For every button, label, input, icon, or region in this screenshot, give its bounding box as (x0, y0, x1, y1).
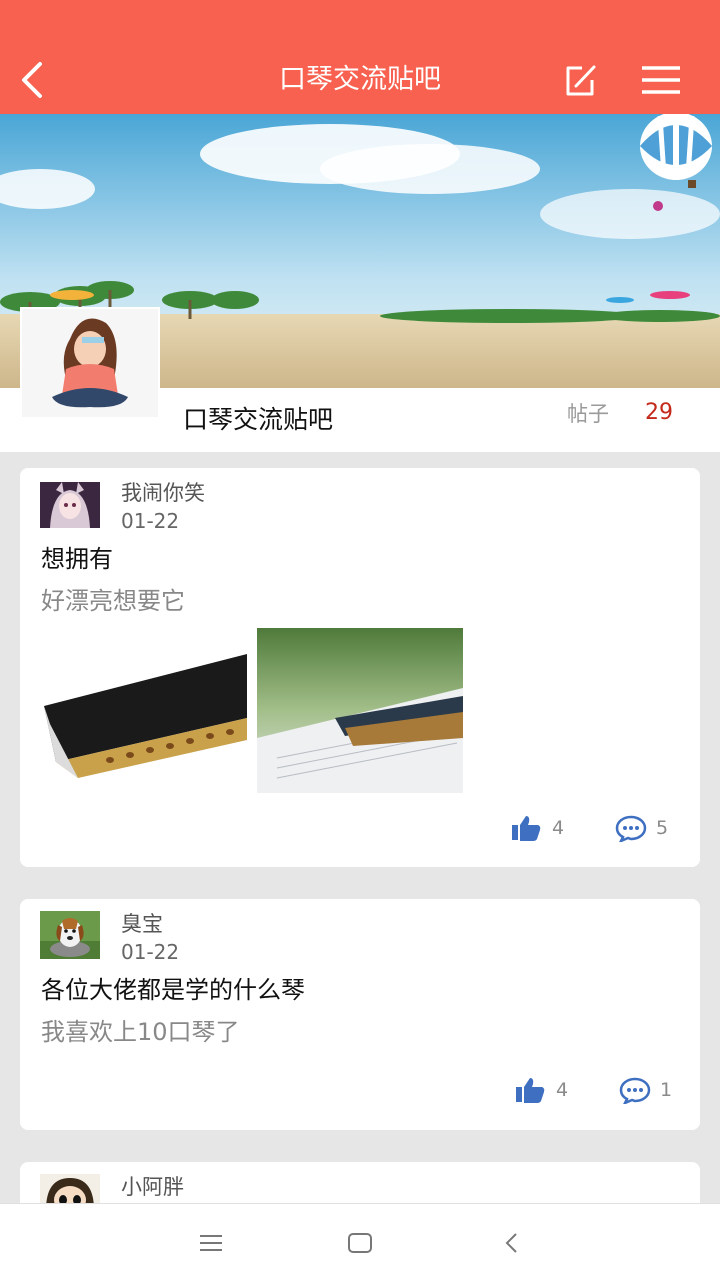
recent-apps-icon[interactable] (196, 1230, 226, 1256)
forum-name: 口琴交流贴吧 (183, 405, 334, 434)
page-title: 口琴交流贴吧 (279, 64, 441, 95)
like-icon[interactable] (510, 814, 542, 842)
comment-icon[interactable] (619, 1076, 651, 1104)
like-count: 4 (552, 817, 565, 839)
edit-icon[interactable] (560, 60, 600, 100)
post-body[interactable]: 我喜欢上10口琴了 (41, 1015, 240, 1049)
menu-icon[interactable] (640, 62, 682, 98)
post-author[interactable]: 臭宝 (121, 911, 163, 937)
like-count: 4 (556, 1079, 569, 1101)
post-title[interactable]: 各位大佬都是学的什么琴 (41, 973, 305, 1007)
back-icon[interactable] (497, 1230, 527, 1256)
post-image[interactable] (257, 628, 463, 793)
comment-count: 5 (656, 817, 669, 839)
forum-avatar (20, 307, 160, 419)
comment-count: 1 (660, 1079, 673, 1101)
system-navigation-bar (0, 1203, 720, 1281)
app-header: 口琴交流贴吧 (0, 0, 720, 114)
comment-icon[interactable] (615, 814, 647, 842)
post-image[interactable] (40, 628, 247, 793)
post-title[interactable]: 想拥有 (41, 542, 113, 576)
post-author[interactable]: 小阿胖 (121, 1174, 184, 1200)
post-card[interactable]: 臭宝 01-22 各位大佬都是学的什么琴 我喜欢上10口琴了 4 1 (20, 899, 700, 1130)
like-icon[interactable] (514, 1076, 546, 1104)
post-card[interactable]: 我闹你笑 01-22 想拥有 好漂亮想要它 4 5 (20, 468, 700, 867)
home-icon[interactable] (345, 1230, 375, 1256)
avatar[interactable] (40, 911, 100, 959)
post-author[interactable]: 我闹你笑 (121, 480, 205, 506)
post-body[interactable]: 好漂亮想要它 (41, 584, 185, 618)
avatar[interactable] (40, 482, 100, 528)
post-date: 01-22 (121, 940, 180, 964)
post-date: 01-22 (121, 509, 180, 533)
posts-count: 29 (645, 400, 673, 425)
posts-label: 帖子 (567, 402, 609, 426)
